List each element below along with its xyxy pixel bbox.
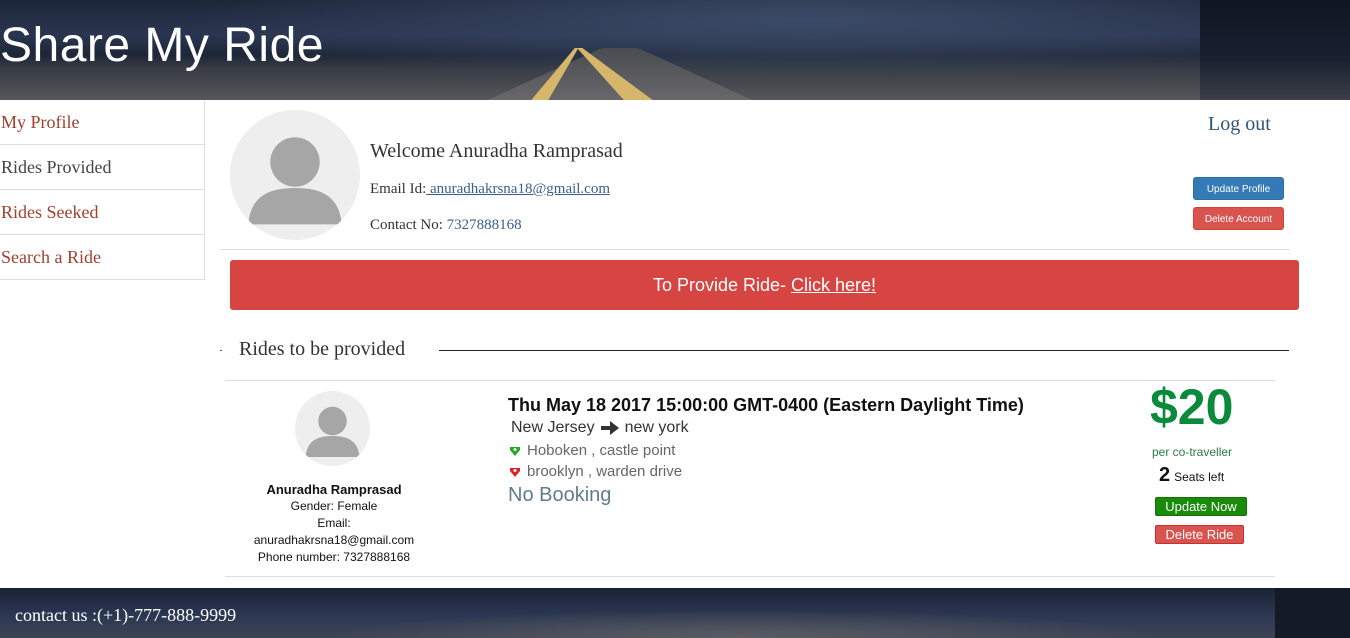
owner-info: Anuradha Ramprasad Gender: Female Email:… <box>240 481 428 566</box>
header-banner: Share My Ride <box>0 0 1350 100</box>
seats-count: 2 <box>1159 464 1171 486</box>
footer-edge <box>1275 588 1350 638</box>
ride-price: $20 <box>1150 379 1234 435</box>
avatar-icon <box>230 110 360 240</box>
owner-email-label: Email: <box>317 516 351 530</box>
drop-location: brooklyn , warden drive <box>509 463 682 480</box>
section-rule <box>439 350 1289 351</box>
logout-link[interactable]: Log out <box>1208 113 1271 136</box>
sidebar: My Profile Rides Provided Rides Seeked S… <box>0 100 205 280</box>
section-title: Rides to be provided <box>239 338 406 360</box>
sidebar-item-search-a-ride[interactable]: Search a Ride <box>0 235 205 280</box>
footer-contact: contact us :(+1)-777-888-9999 <box>15 605 237 625</box>
pickup-pin-icon <box>510 446 520 456</box>
welcome-text: Welcome Anuradha Ramprasad <box>370 140 623 162</box>
sidebar-item-my-profile[interactable]: My Profile <box>0 100 205 145</box>
arrow-right-icon <box>600 421 619 435</box>
seats-label: Seats left <box>1174 470 1225 484</box>
pickup-location: Hoboken , castle point <box>509 442 675 459</box>
sidebar-item-rides-provided[interactable]: Rides Provided <box>0 145 205 190</box>
delete-ride-button[interactable]: Delete Ride <box>1155 525 1244 544</box>
provide-ride-text: To Provide Ride- <box>652 275 792 295</box>
delete-account-button[interactable]: Delete Account <box>1193 207 1284 230</box>
provide-ride-banner: To Provide Ride- Click here! <box>230 260 1299 310</box>
sidebar-item-rides-seeked[interactable]: Rides Seeked <box>0 190 205 235</box>
update-now-button[interactable]: Update Now <box>1155 497 1247 516</box>
contact-label: Contact No: <box>370 217 443 233</box>
route-to: new york <box>624 419 689 436</box>
owner-name: Anuradha Ramprasad <box>266 482 402 497</box>
contact-row: Contact No: 7327888168 <box>370 217 522 234</box>
email-link[interactable]: anuradhakrsna18@gmail.com <box>426 181 610 197</box>
owner-phone: Phone number: 7327888168 <box>257 550 411 564</box>
card-divider <box>225 380 1275 381</box>
seats-left: 2 Seats left <box>1159 464 1224 487</box>
contact-number: 7327888168 <box>446 217 522 233</box>
owner-email: anuradhakrsna18@gmail.com <box>253 533 415 547</box>
email-label: Email Id: <box>370 181 427 197</box>
booking-status: No Booking <box>508 484 612 506</box>
ride-datetime: Thu May 18 2017 15:00:00 GMT-0400 (Easte… <box>508 395 1024 415</box>
divider <box>220 249 1290 250</box>
price-unit: per co-traveller <box>1152 445 1233 459</box>
owner-avatar-icon <box>295 391 370 466</box>
card-divider <box>225 576 1275 577</box>
drop-pin-icon <box>510 467 520 477</box>
site-title: Share My Ride <box>0 19 324 72</box>
ride-route: New Jersey new york <box>511 419 689 437</box>
header-edge <box>1200 0 1350 100</box>
owner-gender: Gender: Female <box>290 499 378 513</box>
update-profile-button[interactable]: Update Profile <box>1193 177 1284 200</box>
pickup-text: Hoboken , castle point <box>527 442 676 459</box>
section-marker <box>220 350 222 351</box>
email-row: Email Id: anuradhakrsna18@gmail.com <box>370 181 610 198</box>
route-from: New Jersey <box>511 419 595 436</box>
drop-text: brooklyn , warden drive <box>527 463 683 480</box>
provide-ride-link[interactable]: Click here! <box>791 275 876 295</box>
